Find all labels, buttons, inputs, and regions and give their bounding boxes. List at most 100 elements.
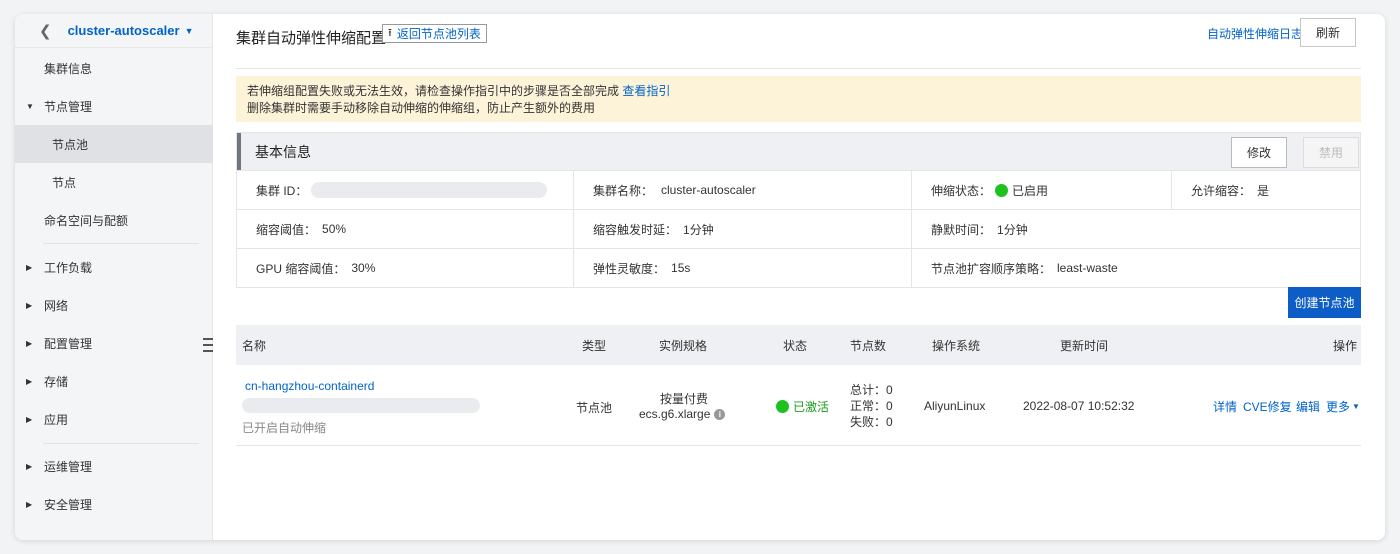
- sidebar-item-network[interactable]: ▶ 网络: [15, 286, 213, 324]
- status-badge: 已激活: [776, 398, 829, 415]
- create-nodepool-button[interactable]: 创建节点池: [1288, 287, 1361, 318]
- updated-time: 2022-08-07 10:52:32: [1023, 399, 1135, 413]
- sensitivity-field: 弹性灵敏度： 15s: [593, 249, 690, 287]
- os-value: AliyunLinux: [924, 399, 986, 413]
- sidebar-item-label: 命名空间与配额: [44, 213, 129, 228]
- back-icon[interactable]: ❮: [39, 22, 52, 40]
- sidebar-item-label: 集群信息: [44, 61, 93, 76]
- sidebar-item-security[interactable]: ▶ 安全管理: [15, 485, 213, 523]
- caret-right-icon: ▶: [26, 499, 33, 509]
- sidebar-item-label: 运维管理: [44, 459, 93, 474]
- notice-banner: 若伸缩组配置失败或无法生效，请检查操作指引中的步骤是否全部完成 查看指引 删除集…: [236, 76, 1361, 122]
- active-status-icon: [776, 400, 789, 413]
- header-divider: [236, 68, 1361, 69]
- app-window: ❮ cluster-autoscaler ▼ 集群信息 ▼ 节点管理 节点池 节…: [15, 14, 1385, 540]
- cooldown-label: 静默时间：: [931, 222, 992, 237]
- cluster-name-value: cluster-autoscaler: [661, 183, 756, 197]
- redacted-cluster-id: [311, 182, 548, 198]
- scale-in-delay-field: 缩容触发时延： 1分钟: [593, 210, 714, 248]
- col-nodes: 节点数: [850, 338, 887, 353]
- expander-label: 节点池扩容顺序策略：: [931, 261, 1052, 276]
- nodes-total: 总计：0: [850, 383, 893, 397]
- back-to-nodepool-list-link[interactable]: ⭱ 返回节点池列表: [382, 24, 487, 43]
- caret-right-icon: ▶: [26, 376, 33, 386]
- view-guide-link[interactable]: 查看指引: [622, 84, 670, 98]
- nodes-failed: 失败：0: [850, 415, 893, 429]
- sidebar-item-config[interactable]: ▶ 配置管理: [15, 324, 213, 362]
- notice-text: 若伸缩组配置失败或无法生效，请检查操作指引中的步骤是否全部完成: [247, 84, 620, 98]
- expander-field: 节点池扩容顺序策略： least-waste: [931, 249, 1118, 287]
- more-dropdown[interactable]: 更多 ▼: [1326, 398, 1360, 415]
- sidebar-item-apps[interactable]: ▶ 应用: [15, 400, 213, 438]
- nodepool-name-link[interactable]: cn-hangzhou-containerd: [245, 379, 374, 393]
- col-os: 操作系统: [932, 338, 981, 353]
- sidebar-item-label: 安全管理: [44, 497, 93, 512]
- sidebar-item-label: 应用: [44, 412, 69, 427]
- cooldown-value: 1分钟: [997, 222, 1028, 237]
- edit-button[interactable]: 修改: [1231, 137, 1287, 168]
- scale-in-delay-value: 1分钟: [683, 222, 714, 237]
- sidebar-item-namespaces[interactable]: 命名空间与配额: [15, 201, 213, 239]
- table-header: 名称 类型 实例规格 状态 节点数 操作系统 更新时间 操作: [236, 325, 1361, 365]
- scale-in-threshold-field: 缩容阈值： 50%: [256, 210, 346, 248]
- cluster-selector[interactable]: ❮ cluster-autoscaler ▼: [15, 14, 212, 48]
- disable-button[interactable]: 禁用: [1303, 137, 1359, 168]
- sidebar: ❮ cluster-autoscaler ▼ 集群信息 ▼ 节点管理 节点池 节…: [15, 14, 215, 540]
- detail-link[interactable]: 详情: [1213, 398, 1237, 415]
- redacted-nodepool-id: [242, 398, 480, 416]
- sidebar-item-label: 节点管理: [44, 99, 93, 114]
- notice-line-1: 若伸缩组配置失败或无法生效，请检查操作指引中的步骤是否全部完成 查看指引: [247, 83, 1350, 100]
- sidebar-item-label: 节点: [52, 175, 77, 190]
- info-row-2: 缩容阈值： 50% 缩容触发时延： 1分钟 静默时间： 1分钟: [237, 209, 1360, 248]
- sidebar-item-workloads[interactable]: ▶ 工作负载: [15, 248, 213, 286]
- sensitivity-label: 弹性灵敏度：: [593, 261, 666, 276]
- sidebar-divider: [43, 443, 199, 444]
- main-content: 集群自动弹性伸缩配置 ⭱ 返回节点池列表 自动弹性伸缩日志 刷新 若伸缩组配置失…: [213, 14, 1385, 540]
- table-row: cn-hangzhou-containerd 已开启自动伸缩 节点池 按量付费 …: [236, 365, 1361, 446]
- sidebar-item-node-management[interactable]: ▼ 节点管理: [15, 87, 213, 125]
- caret-down-icon: ▼: [26, 101, 34, 111]
- caret-right-icon: ▶: [26, 300, 33, 310]
- instance-type-cell: ecs.g6.xlarge i: [639, 407, 726, 421]
- basic-info-header: 基本信息 修改 禁用: [237, 133, 1360, 170]
- allow-scale-in-label: 允许缩容：: [1191, 183, 1252, 198]
- caret-right-icon: ▶: [26, 414, 33, 424]
- col-name: 名称: [242, 338, 267, 353]
- allow-scale-in-value: 是: [1257, 183, 1270, 198]
- col-status: 状态: [783, 338, 808, 353]
- basic-info-title: 基本信息: [255, 143, 311, 160]
- cluster-name[interactable]: cluster-autoscaler: [68, 23, 180, 38]
- caret-down-icon: ▼: [1352, 402, 1360, 411]
- nodepool-table: 名称 类型 实例规格 状态 节点数 操作系统 更新时间 操作 cn-hangzh…: [236, 325, 1361, 446]
- autoscaling-log-link[interactable]: 自动弹性伸缩日志: [1207, 25, 1303, 42]
- instance-type: ecs.g6.xlarge: [639, 407, 711, 421]
- sidebar-item-nodes[interactable]: 节点: [15, 163, 213, 201]
- node-counts: 总计：0 正常：0 失败：0: [850, 382, 893, 430]
- caret-down-icon[interactable]: ▼: [185, 26, 194, 36]
- edit-link[interactable]: 编辑: [1296, 398, 1320, 415]
- col-type: 类型: [582, 338, 607, 353]
- sidebar-item-label: 存储: [44, 374, 69, 389]
- scale-in-delay-label: 缩容触发时延：: [593, 222, 678, 237]
- arrow-up-icon: ⭱: [388, 27, 392, 39]
- back-link-label: 返回节点池列表: [396, 27, 481, 41]
- info-icon[interactable]: i: [714, 408, 726, 420]
- sidebar-item-nodepool[interactable]: 节点池: [15, 125, 213, 163]
- refresh-button[interactable]: 刷新: [1300, 18, 1356, 47]
- scale-in-threshold-value: 50%: [322, 222, 347, 236]
- col-actions: 操作: [1333, 338, 1358, 353]
- cluster-name-label: 集群名称：: [593, 183, 654, 198]
- cluster-id-label: 集群 ID：: [256, 183, 308, 198]
- allow-scale-in-field: 允许缩容： 是: [1191, 171, 1269, 209]
- notice-line-2: 删除集群时需要手动移除自动伸缩的伸缩组，防止产生额外的费用: [247, 101, 596, 115]
- cluster-id-field: 集群 ID：: [256, 171, 548, 209]
- page-title: 集群自动弹性伸缩配置: [236, 30, 387, 47]
- scale-in-threshold-label: 缩容阈值：: [256, 222, 317, 237]
- cve-fix-link[interactable]: CVE修复: [1243, 398, 1292, 415]
- sensitivity-value: 15s: [671, 261, 691, 275]
- gpu-threshold-field: GPU 缩容阈值： 30%: [256, 249, 375, 287]
- sidebar-item-ops[interactable]: ▶ 运维管理: [15, 447, 213, 485]
- sidebar-item-cluster-info[interactable]: 集群信息: [15, 49, 213, 87]
- sidebar-item-storage[interactable]: ▶ 存储: [15, 362, 213, 400]
- col-spec: 实例规格: [659, 338, 708, 353]
